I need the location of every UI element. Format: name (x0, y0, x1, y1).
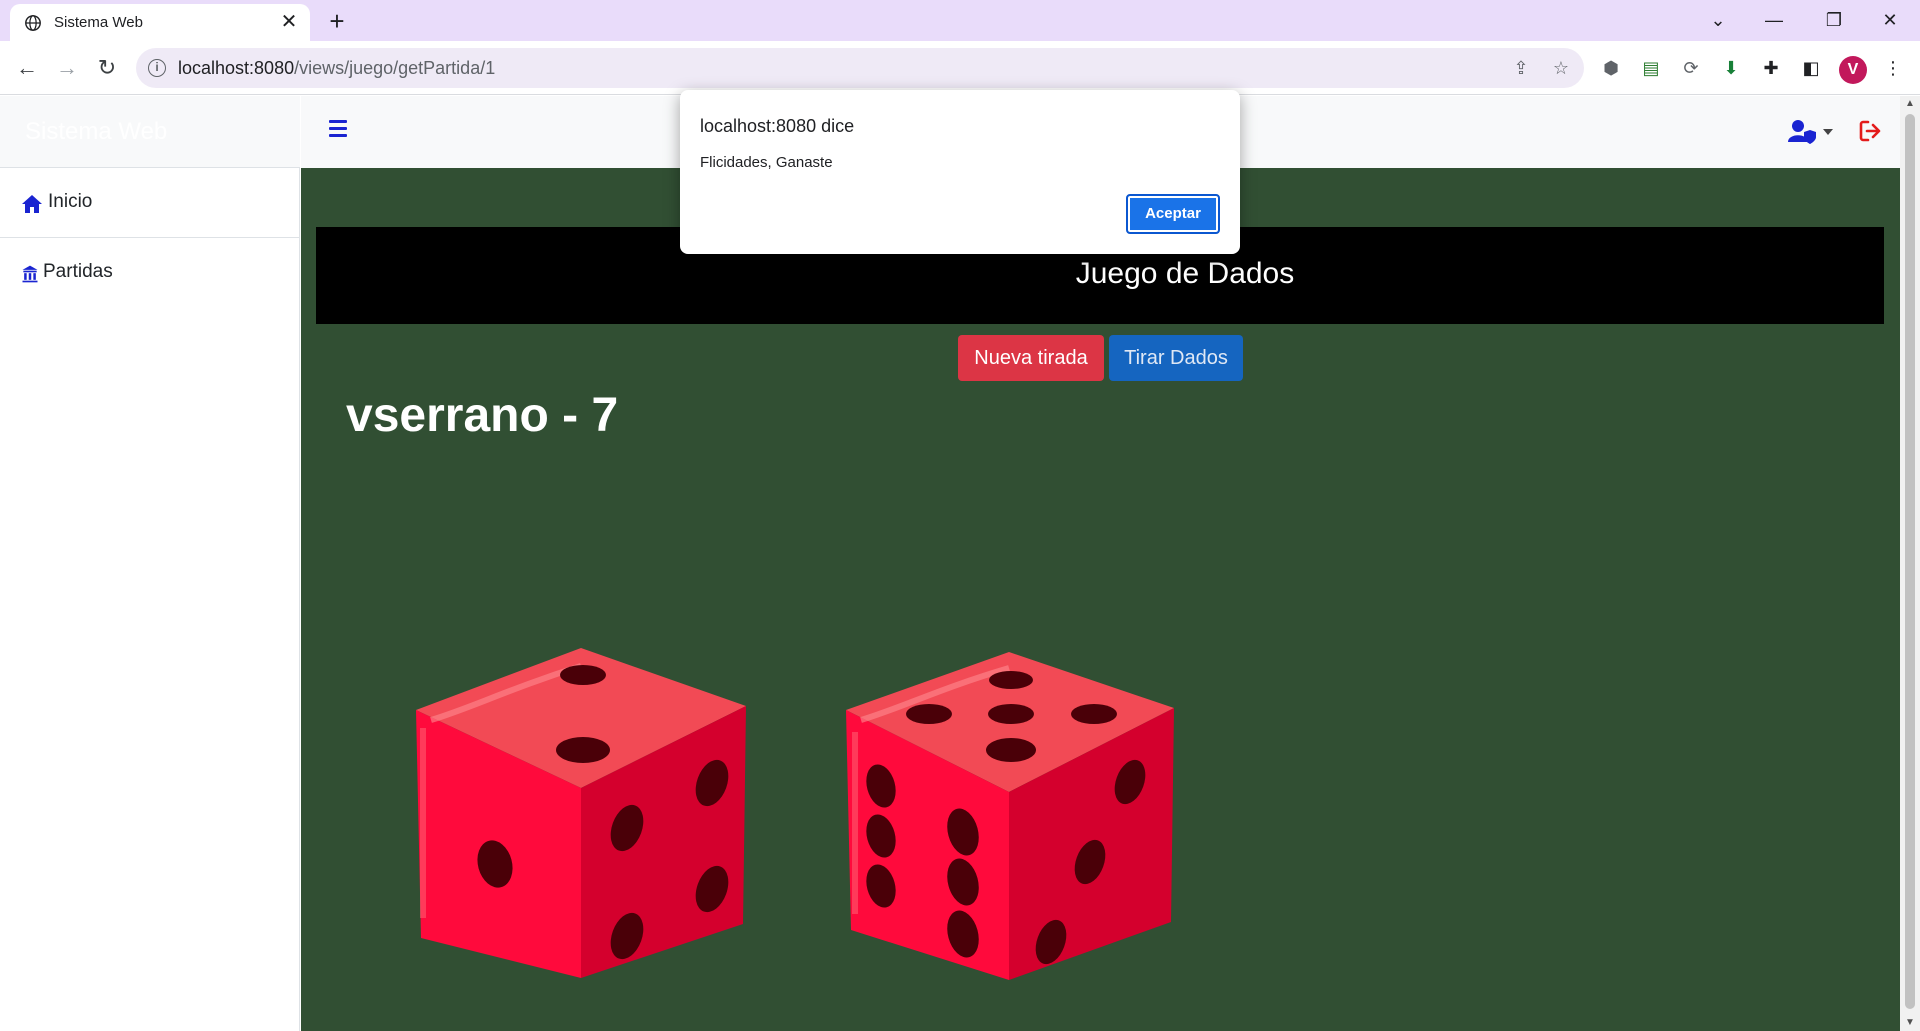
sidebar: Sistema Web Inicio Partidas (0, 96, 300, 1031)
user-menu-icon[interactable] (1787, 118, 1837, 146)
extensions-puzzle-icon[interactable]: ✚ (1758, 55, 1784, 81)
roll-dice-button[interactable]: Tirar Dados (1109, 335, 1243, 381)
bookmark-star-icon[interactable]: ☆ (1550, 57, 1572, 79)
close-window-icon[interactable]: ✕ (1862, 0, 1918, 41)
side-panel-icon[interactable]: ◧ (1798, 55, 1824, 81)
browser-tab[interactable]: Sistema Web ✕ (10, 4, 310, 41)
tab-search-icon[interactable]: ⌄ (1690, 0, 1746, 41)
share-icon[interactable]: ⇪ (1510, 57, 1532, 79)
browser-menu-icon[interactable]: ⋮ (1880, 55, 1906, 81)
dialog-message: Flicidades, Ganaste (700, 154, 833, 171)
scroll-thumb[interactable] (1905, 114, 1915, 1009)
back-icon[interactable]: ← (12, 53, 42, 83)
extension-sync-icon[interactable]: ⟳ (1678, 55, 1704, 81)
accept-button[interactable]: Aceptar (1126, 194, 1220, 234)
dialog-title: localhost:8080 dice (700, 116, 855, 136)
site-info-icon[interactable]: i (148, 59, 166, 77)
new-roll-button[interactable]: Nueva tirada (958, 335, 1104, 381)
globe-icon (25, 15, 41, 31)
address-bar[interactable]: i localhost:8080/views/juego/getPartida/… (136, 48, 1584, 88)
home-icon (22, 195, 42, 213)
browser-toolbar: ← → ↻ i localhost:8080/views/juego/getPa… (0, 41, 1920, 95)
player-score: vserrano - 7 (346, 389, 619, 442)
sidebar-item-label: Inicio (48, 191, 93, 212)
profile-avatar[interactable]: V (1839, 56, 1867, 84)
extension-cube-icon[interactable]: ⬢ (1598, 55, 1624, 81)
die-two-image (846, 652, 1174, 980)
close-tab-icon[interactable]: ✕ (278, 11, 300, 33)
brand-title: Sistema Web (25, 118, 168, 145)
menu-toggle-icon[interactable] (329, 120, 349, 140)
page-scrollbar[interactable]: ▲ ▼ (1900, 96, 1920, 1031)
game-title: Juego de Dados (1075, 257, 1295, 290)
scroll-up-icon[interactable]: ▲ (1900, 96, 1920, 112)
forward-icon[interactable]: → (52, 53, 82, 83)
sidebar-item-inicio[interactable]: Inicio (0, 168, 300, 238)
die-one-image (416, 648, 746, 978)
tab-title: Sistema Web (54, 14, 143, 31)
download-icon[interactable]: ⬇ (1718, 55, 1744, 81)
building-icon (22, 265, 38, 283)
game-area: Juego de Dados Nueva tirada Tirar Dados … (301, 168, 1900, 1031)
minimize-icon[interactable]: — (1746, 0, 1802, 41)
url-text: localhost:8080/views/juego/getPartida/1 (178, 58, 496, 78)
restore-icon[interactable]: ❐ (1806, 0, 1862, 41)
extension-sheet-icon[interactable]: ▤ (1638, 55, 1664, 81)
reload-icon[interactable]: ↻ (92, 53, 122, 83)
sidebar-item-label: Partidas (43, 261, 113, 282)
sidebar-brand[interactable]: Sistema Web (0, 96, 300, 168)
logout-icon[interactable] (1858, 118, 1884, 144)
new-tab-icon[interactable]: + (322, 6, 352, 36)
browser-tab-strip: Sistema Web ✕ + ⌄ — ❐ ✕ (0, 0, 1920, 41)
alert-dialog: localhost:8080 dice Flicidades, Ganaste … (680, 90, 1240, 254)
sidebar-item-partidas[interactable]: Partidas (0, 238, 300, 308)
scroll-down-icon[interactable]: ▼ (1900, 1015, 1920, 1031)
